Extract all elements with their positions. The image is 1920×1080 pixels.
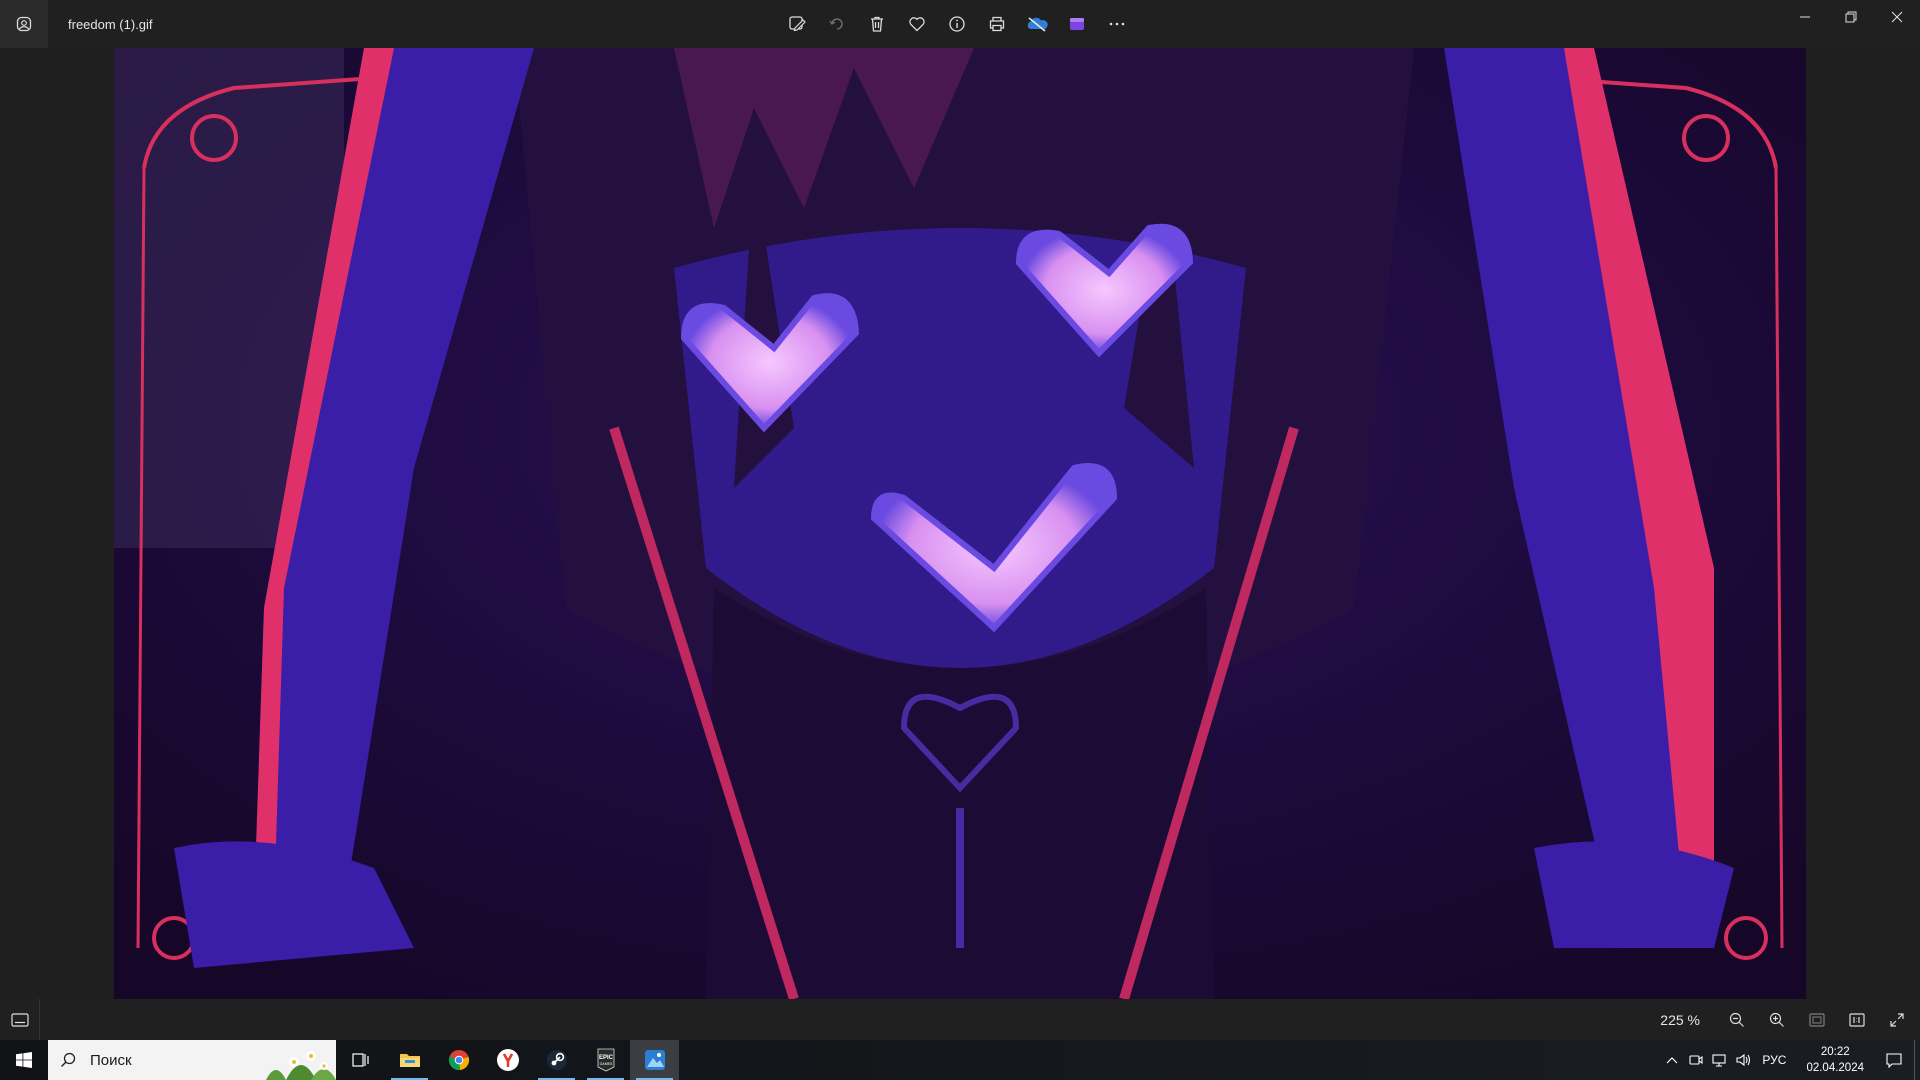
chrome-icon[interactable] xyxy=(434,1040,483,1080)
epic-games-icon[interactable]: EPIC GAMES xyxy=(581,1040,630,1080)
print-icon[interactable] xyxy=(984,11,1010,37)
anime-character-illustration xyxy=(114,48,1806,999)
window-controls xyxy=(1782,0,1920,34)
photos-app-taskbar-icon[interactable] xyxy=(630,1040,679,1080)
svg-text:EPIC: EPIC xyxy=(598,1055,613,1061)
favorite-icon[interactable] xyxy=(904,11,930,37)
displayed-gif-image[interactable] xyxy=(114,48,1806,999)
onedrive-icon[interactable] xyxy=(1024,11,1050,37)
volume-icon[interactable] xyxy=(1732,1040,1756,1080)
taskbar: Поиск EPIC GAMES РУС 20:22 02.04.2024 xyxy=(0,1040,1920,1080)
more-icon[interactable] xyxy=(1104,11,1130,37)
filmstrip-toggle-icon[interactable] xyxy=(0,999,40,1040)
zoom-in-icon[interactable] xyxy=(1766,1009,1788,1031)
steam-icon[interactable] xyxy=(532,1040,581,1080)
search-icon xyxy=(61,1052,76,1067)
network-icon[interactable] xyxy=(1708,1040,1732,1080)
restore-icon[interactable] xyxy=(1828,0,1874,34)
taskbar-search-box[interactable]: Поиск xyxy=(48,1040,336,1080)
zoom-out-icon[interactable] xyxy=(1726,1009,1748,1031)
show-desktop-button[interactable] xyxy=(1914,1040,1920,1080)
task-view-icon[interactable] xyxy=(336,1040,385,1080)
clock-date: 02.04.2024 xyxy=(1806,1062,1864,1074)
actual-size-icon[interactable] xyxy=(1846,1009,1868,1031)
file-explorer-icon[interactable] xyxy=(385,1040,434,1080)
show-hidden-icons-chevron-icon[interactable] xyxy=(1660,1040,1684,1080)
fit-to-window-icon[interactable] xyxy=(1806,1009,1828,1031)
zoom-level[interactable]: 225 % xyxy=(1660,1012,1700,1028)
rotate-icon[interactable] xyxy=(824,11,850,37)
delete-icon[interactable] xyxy=(864,11,890,37)
search-placeholder: Поиск xyxy=(90,1051,132,1069)
minimize-icon[interactable] xyxy=(1782,0,1828,34)
status-bar: 225 % xyxy=(0,999,1920,1040)
yandex-browser-icon[interactable] xyxy=(483,1040,532,1080)
info-icon[interactable] xyxy=(944,11,970,37)
windows-start-icon[interactable] xyxy=(0,1040,48,1080)
system-tray: РУС 20:22 02.04.2024 xyxy=(1660,1040,1920,1080)
notification-center-icon[interactable] xyxy=(1874,1040,1914,1080)
clock-time: 20:22 xyxy=(1820,1046,1850,1058)
zoom-controls: 225 % xyxy=(1660,999,1920,1040)
svg-text:GAMES: GAMES xyxy=(599,1062,612,1066)
image-viewer[interactable] xyxy=(0,48,1920,999)
title-bar: freedom (1).gif xyxy=(0,0,1920,48)
edit-image-icon[interactable] xyxy=(784,11,810,37)
clipchamp-icon[interactable] xyxy=(1064,11,1090,37)
photos-app-icon[interactable] xyxy=(0,0,48,48)
input-language-indicator[interactable]: РУС xyxy=(1762,1053,1786,1067)
fullscreen-icon[interactable] xyxy=(1886,1009,1908,1031)
close-icon[interactable] xyxy=(1874,0,1920,34)
window-title: freedom (1).gif xyxy=(68,16,153,32)
clock[interactable]: 20:22 02.04.2024 xyxy=(1806,1044,1864,1076)
toolbar xyxy=(784,0,1130,48)
search-highlight-flowers-icon xyxy=(256,1040,336,1080)
meet-camera-icon[interactable] xyxy=(1684,1040,1708,1080)
